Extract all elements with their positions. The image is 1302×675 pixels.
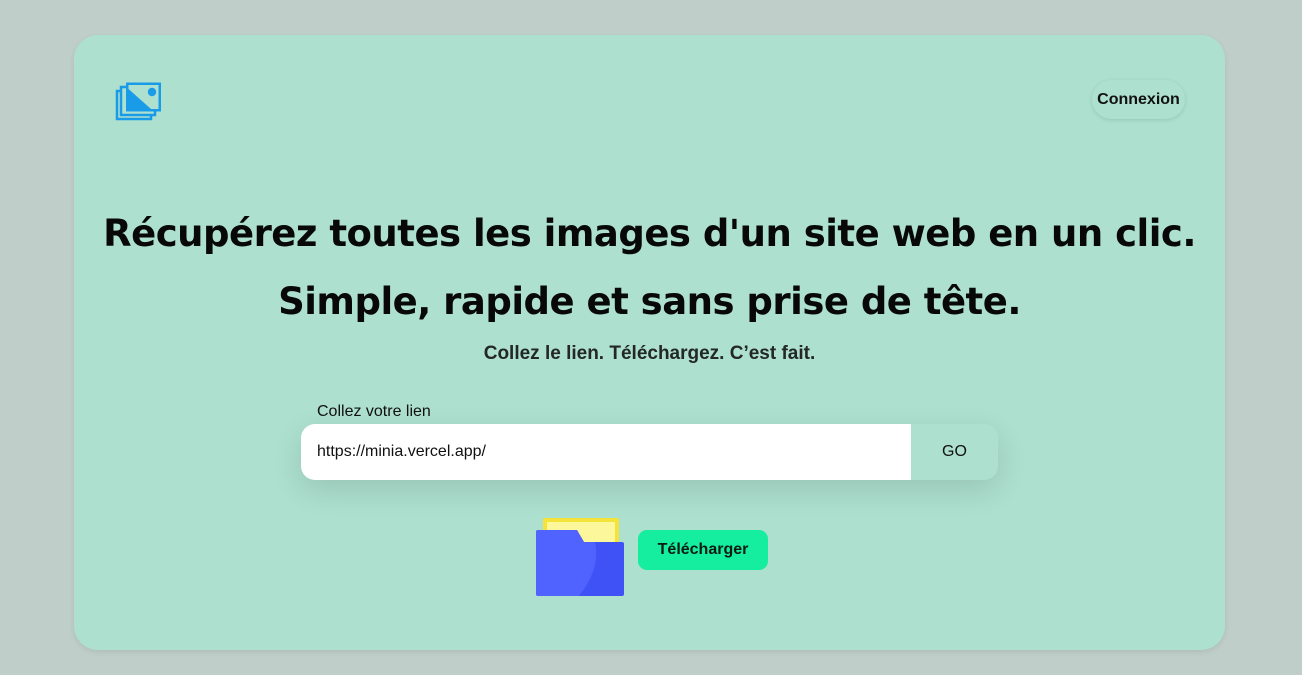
subtitle: Collez le lien. Téléchargez. C’est fait. [483, 343, 816, 364]
url-input-group: GO [301, 424, 998, 480]
download-button[interactable]: Télécharger [638, 530, 768, 570]
login-button[interactable]: Connexion [1092, 80, 1185, 119]
main-card: Connexion Récupérez toutes les images d'… [74, 35, 1225, 650]
go-button[interactable]: GO [911, 424, 998, 480]
headline-line-2: Simple, rapide et sans prise de tête. [278, 280, 1021, 323]
headline-line-1: Récupérez toutes les images d'un site we… [103, 212, 1196, 255]
images-stack-icon[interactable] [115, 81, 163, 121]
url-field-label: Collez votre lien [317, 403, 431, 420]
url-input[interactable] [301, 424, 911, 480]
folder-icon [535, 518, 625, 596]
